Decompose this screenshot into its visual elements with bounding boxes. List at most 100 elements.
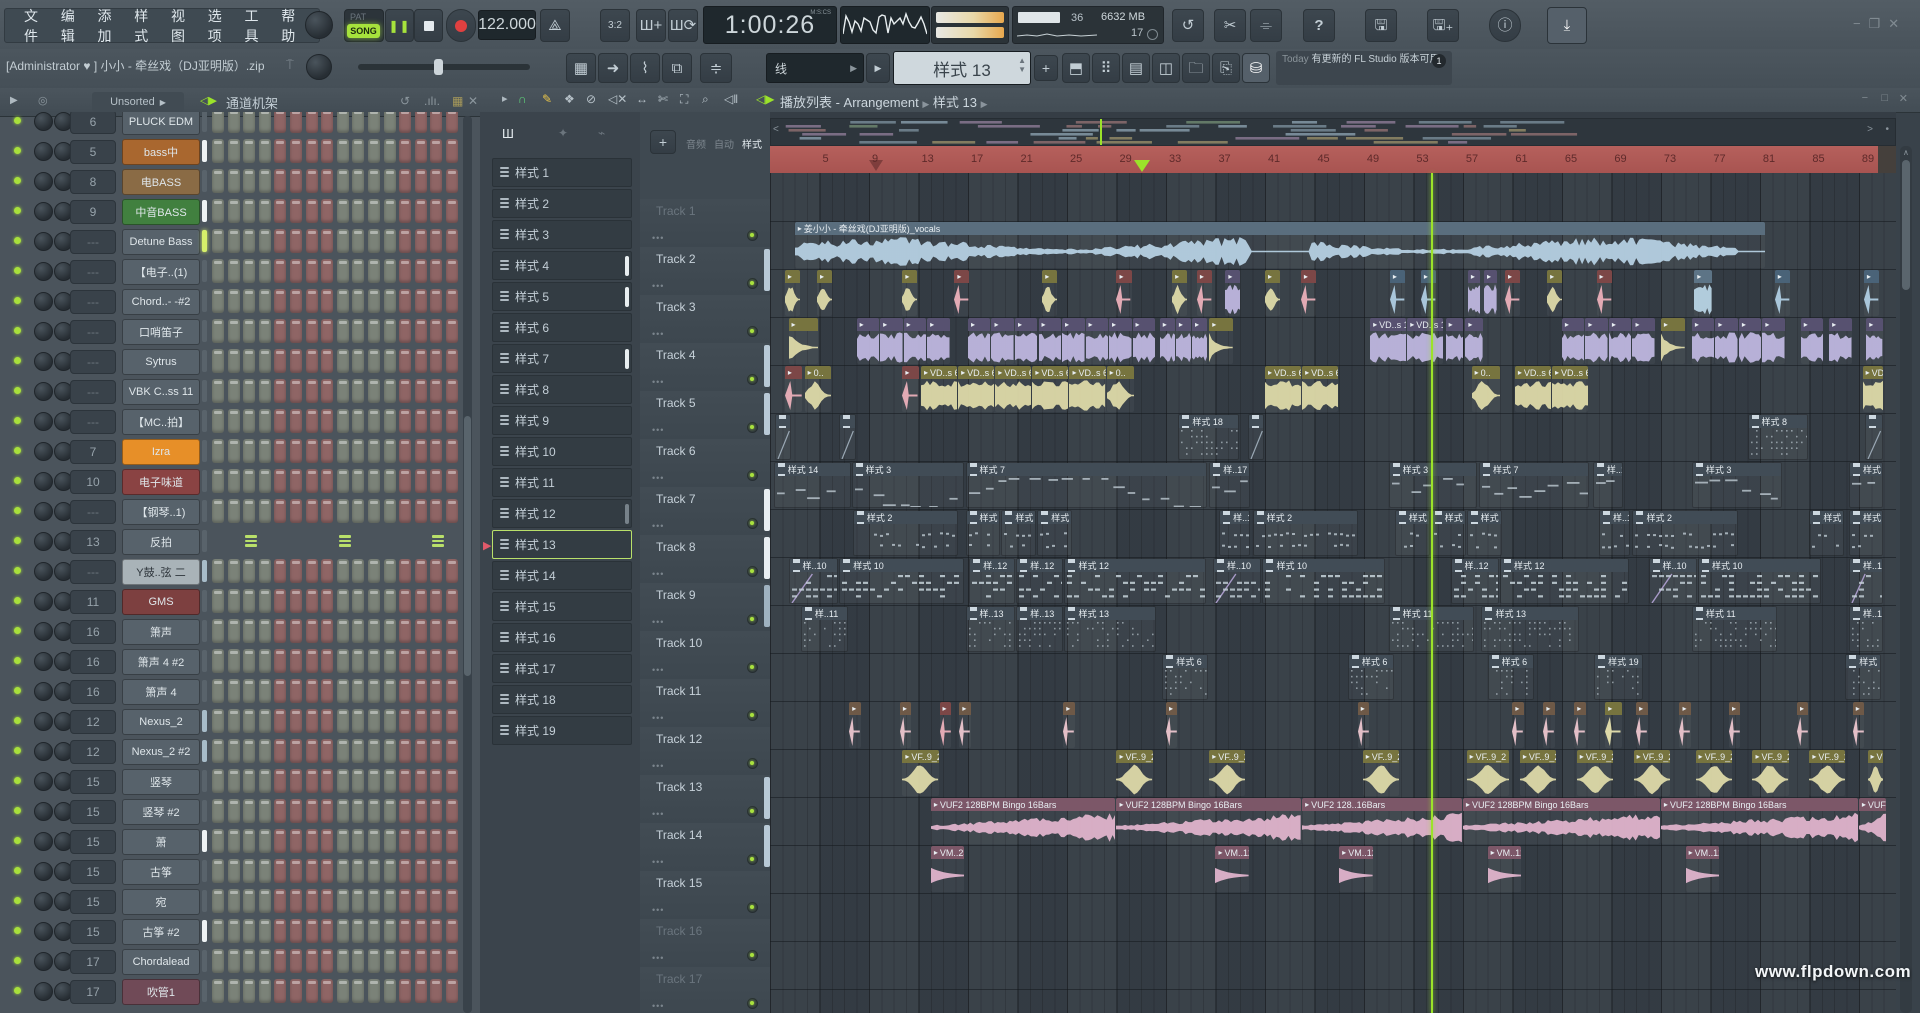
step-cell[interactable] (415, 859, 427, 883)
step-cell[interactable] (399, 859, 411, 883)
magnet-icon[interactable]: ∩ (518, 92, 527, 106)
audio-clip-VM..123[interactable]: ▸VM..123 (1686, 846, 1720, 892)
step-cell[interactable] (352, 799, 364, 823)
clip-header[interactable]: ▸VF..9_2 (902, 750, 938, 763)
mute-tool-icon[interactable]: ◁✕ (608, 92, 627, 106)
channel-button-电子味道[interactable]: 电子味道 (122, 469, 200, 495)
track-header-track-7[interactable]: Track 7••• (640, 487, 770, 536)
step-cell[interactable] (446, 739, 458, 763)
step-cell[interactable] (368, 439, 380, 463)
pl-close-button[interactable]: ✕ (1899, 92, 1908, 105)
step-cell[interactable] (337, 349, 349, 373)
clip-header[interactable]: ▸VF..9_2 (1363, 750, 1399, 763)
step-cell[interactable] (243, 349, 255, 373)
clip-header[interactable]: ▸ (785, 270, 800, 283)
clip-header[interactable]: 样式 12 (1501, 559, 1628, 572)
step-cell[interactable] (228, 799, 240, 823)
step-cell[interactable] (321, 679, 333, 703)
clip-header[interactable]: 样..10 (790, 559, 838, 572)
step-cell[interactable] (290, 289, 302, 313)
clip-header[interactable]: ▸ (1160, 318, 1175, 331)
channel-button-VBK C..ss 11[interactable]: VBK C..ss 11 (122, 379, 200, 405)
step-cell[interactable] (368, 859, 380, 883)
clip-header[interactable]: ▸ (1679, 702, 1690, 715)
clip-header[interactable]: 样式 12 (1065, 559, 1204, 572)
channel-target-box[interactable]: --- (70, 320, 116, 344)
audio-clip[interactable]: ▸ (1421, 270, 1436, 316)
clip-header[interactable]: ▸ (1866, 318, 1882, 331)
lane-track-8[interactable]: 样式 2样式 4样式 4样式 4样..17样式 2样式 4样式 4样式 4样..… (770, 509, 1896, 558)
pat-mode-label[interactable]: PAT (350, 12, 366, 22)
clip-header[interactable]: ▸ (1797, 702, 1808, 715)
step-cell[interactable] (212, 439, 224, 463)
clip-header[interactable]: ▸VD..s 1 (1407, 318, 1443, 331)
channel-target-box[interactable]: --- (70, 410, 116, 434)
step-cell[interactable] (259, 619, 271, 643)
clip-header[interactable]: ▸VUF2 128BPM Bingo 16Bars (1463, 798, 1660, 811)
step-cell[interactable] (274, 289, 286, 313)
step-cell[interactable] (368, 889, 380, 913)
pattern-clip-样..17[interactable]: 样..17 (1593, 462, 1623, 508)
step-cell[interactable] (446, 169, 458, 193)
step-cell[interactable] (399, 259, 411, 283)
step-cell[interactable] (274, 949, 286, 973)
channel-pan-knob[interactable] (34, 772, 53, 791)
track-mute-led[interactable] (747, 566, 758, 577)
clip-header[interactable]: ▸ (1505, 270, 1520, 283)
channel-mute-led[interactable] (14, 927, 21, 934)
track-options[interactable]: ••• (652, 569, 664, 579)
step-cell[interactable] (352, 499, 364, 523)
step-cell[interactable] (290, 709, 302, 733)
step-cell[interactable] (352, 769, 364, 793)
channel-target-box[interactable]: 15 (70, 830, 116, 854)
step-cell[interactable] (430, 799, 442, 823)
overview-scroll-right-icon[interactable]: > (1867, 124, 1873, 135)
step-cell[interactable] (337, 679, 349, 703)
clip-header[interactable]: ▸ (1512, 702, 1523, 715)
step-cell[interactable] (415, 649, 427, 673)
audio-clip-0..[interactable]: ▸0.. (1107, 366, 1134, 412)
audio-clip[interactable]: ▸ (1729, 702, 1740, 748)
step-cell[interactable] (274, 229, 286, 253)
step-cell[interactable] (290, 739, 302, 763)
clip-header[interactable]: ▸VM..23 (931, 846, 965, 859)
clip-header[interactable]: ▸ (1574, 702, 1585, 715)
step-cell[interactable] (212, 229, 224, 253)
lane-track-4[interactable]: ▸▸▸▸▸▸▸▸▸▸▸▸▸▸▸▸▸▸VD..s 1▸VD..s 1▸▸▸▸▸▸▸… (770, 317, 1896, 366)
channel-pan-knob[interactable] (34, 412, 53, 431)
menu-item-5[interactable]: 选项 (199, 6, 236, 46)
step-cell[interactable] (212, 739, 224, 763)
step-cell[interactable] (384, 829, 396, 853)
audio-clip[interactable]: ▸ (1301, 270, 1316, 316)
step-cell[interactable] (259, 709, 271, 733)
step-cell[interactable] (259, 499, 271, 523)
clip-header[interactable]: ▸VUF2 128BPM Bingo 16Bars (1661, 798, 1858, 811)
channel-pan-knob[interactable] (34, 862, 53, 881)
step-cell[interactable] (259, 649, 271, 673)
step-cell[interactable] (212, 469, 224, 493)
pattern-clip-样式 12[interactable]: 样式 12 (1500, 558, 1629, 604)
channel-pan-knob[interactable] (34, 322, 53, 341)
audio-clip[interactable]: ▸ (1547, 270, 1562, 316)
channel-pan-knob[interactable] (34, 802, 53, 821)
step-cell[interactable] (321, 112, 333, 133)
step-cell[interactable] (399, 919, 411, 943)
pattern-clip[interactable] (839, 414, 855, 460)
channel-target-box[interactable]: 11 (70, 590, 116, 614)
step-cell[interactable] (384, 739, 396, 763)
step-cell[interactable] (399, 619, 411, 643)
audio-clip[interactable]: ▸ (1597, 270, 1612, 316)
step-cell[interactable] (306, 799, 318, 823)
step-cell[interactable] (352, 739, 364, 763)
step-cell[interactable] (384, 112, 396, 133)
step-cell[interactable] (430, 739, 442, 763)
rack-loop-icon[interactable]: ◎ (38, 94, 48, 107)
step-cell[interactable] (306, 289, 318, 313)
pattern-spinner[interactable]: ▲▼ (1018, 56, 1026, 74)
step-cell[interactable] (384, 499, 396, 523)
channel-pan-knob[interactable] (34, 982, 53, 1001)
clip-header[interactable]: ▸ (1192, 318, 1207, 331)
step-cell[interactable] (243, 559, 255, 583)
step-cell[interactable] (399, 499, 411, 523)
audio-clip[interactable]: ▸ (927, 318, 950, 364)
